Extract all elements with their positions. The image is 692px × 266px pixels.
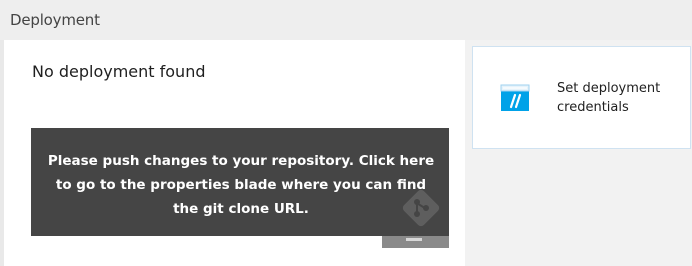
section-header: Deployment bbox=[0, 0, 692, 40]
set-deployment-credentials-tile[interactable]: Set deployment credentials bbox=[472, 46, 691, 149]
deployment-status-text: No deployment found bbox=[32, 62, 206, 81]
git-icon bbox=[402, 189, 440, 227]
section-title: Deployment bbox=[10, 11, 100, 29]
tooltip-pointer bbox=[382, 236, 449, 248]
deployment-credentials-icon bbox=[500, 84, 530, 111]
deployment-hint-tooltip[interactable]: Please push changes to your repository. … bbox=[31, 128, 449, 236]
set-deployment-credentials-label: Set deployment credentials bbox=[557, 81, 661, 115]
deployment-status-tile[interactable]: No deployment found Please push changes … bbox=[4, 40, 465, 266]
tooltip-text: Please push changes to your repository. … bbox=[47, 153, 435, 217]
